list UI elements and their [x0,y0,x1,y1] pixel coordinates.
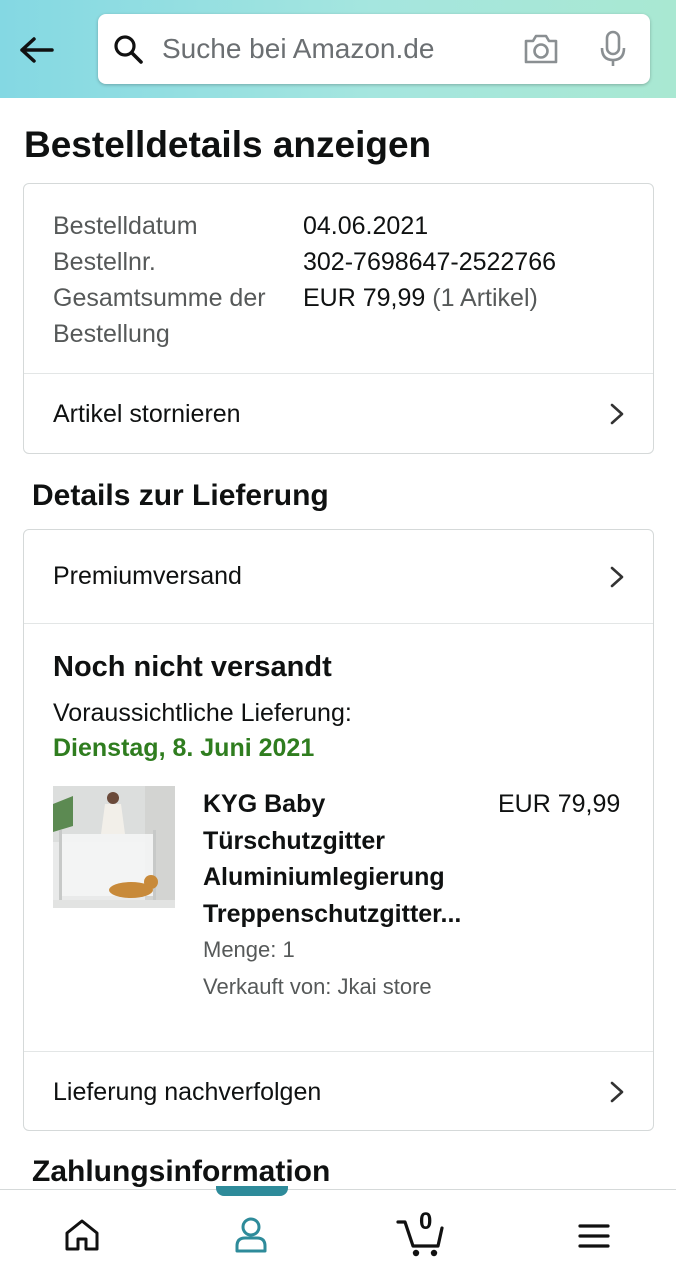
cart-button[interactable]: 0 [396,1208,448,1258]
order-total-amount: EUR 79,99 [303,284,426,312]
home-icon[interactable] [64,1218,100,1252]
order-number-value: 302-7698647-2522766 [303,248,557,276]
search-bar[interactable]: Suche bei Amazon.de [98,14,650,84]
product-quantity: Menge: 1 [203,937,295,962]
cancel-items-label: Artikel stornieren [53,399,241,428]
track-delivery-link[interactable]: Lieferung nachverfolgen [24,1052,653,1132]
search-input[interactable]: Suche bei Amazon.de [162,32,434,66]
product-image[interactable] [53,786,175,908]
delivery-card: Premiumversand Noch nicht versandt Vorau… [23,529,654,1131]
cancel-items-link[interactable]: Artikel stornieren [24,374,653,454]
order-number-row: Bestellnr. 302-7698647-2522766 [53,244,556,280]
shipment-status: Noch nicht versandt [53,651,332,683]
order-total-value: EUR 79,99 (1 Artikel) [303,280,538,352]
chevron-right-icon [610,1081,624,1103]
order-date-value: 04.06.2021 [303,212,429,240]
cart-count-badge: 0 [419,1208,433,1235]
order-number-label: Bestellnr. [53,248,156,276]
product-seller: Verkauft von: Jkai store [203,974,432,999]
menu-icon[interactable] [578,1223,610,1249]
order-summary: Bestelldatum 04.06.2021 Bestellnr. 302-7… [53,208,556,352]
active-tab-indicator [216,1186,288,1196]
order-total-row: Gesamtsumme der Bestellung EUR 79,99 (1 … [53,280,556,352]
order-date-row: Bestelldatum 04.06.2021 [53,208,556,244]
order-total-label: Gesamtsumme der Bestellung [53,284,266,348]
chevron-right-icon [610,403,624,425]
page-title: Bestelldetails anzeigen [24,124,432,165]
delivery-section-title: Details zur Lieferung [32,479,329,512]
top-bar: Suche bei Amazon.de [0,0,676,98]
order-item-count: (1 Artikel) [432,284,538,312]
camera-icon[interactable] [522,32,560,66]
estimated-delivery-date: Dienstag, 8. Juni 2021 [53,734,315,762]
track-delivery-label: Lieferung nachverfolgen [53,1077,322,1106]
back-arrow-icon[interactable] [16,30,56,70]
shipping-method-link[interactable]: Premiumversand [24,530,653,623]
bottom-navigation: 0 [0,1189,676,1280]
search-icon [114,35,143,64]
product-price: EUR 79,99 [498,790,621,818]
order-summary-card: Bestelldatum 04.06.2021 Bestellnr. 302-7… [23,183,654,454]
product-title-link[interactable]: KYG Baby Türschutzgitter Aluminiumlegier… [203,786,493,932]
chevron-right-icon [610,566,624,587]
divider [24,623,653,624]
account-icon[interactable] [234,1216,268,1254]
order-date-label: Bestelldatum [53,212,198,240]
shipping-method-label: Premiumversand [53,562,242,590]
microphone-icon[interactable] [598,30,628,68]
estimated-delivery-label: Voraussichtliche Lieferung: [53,699,352,727]
